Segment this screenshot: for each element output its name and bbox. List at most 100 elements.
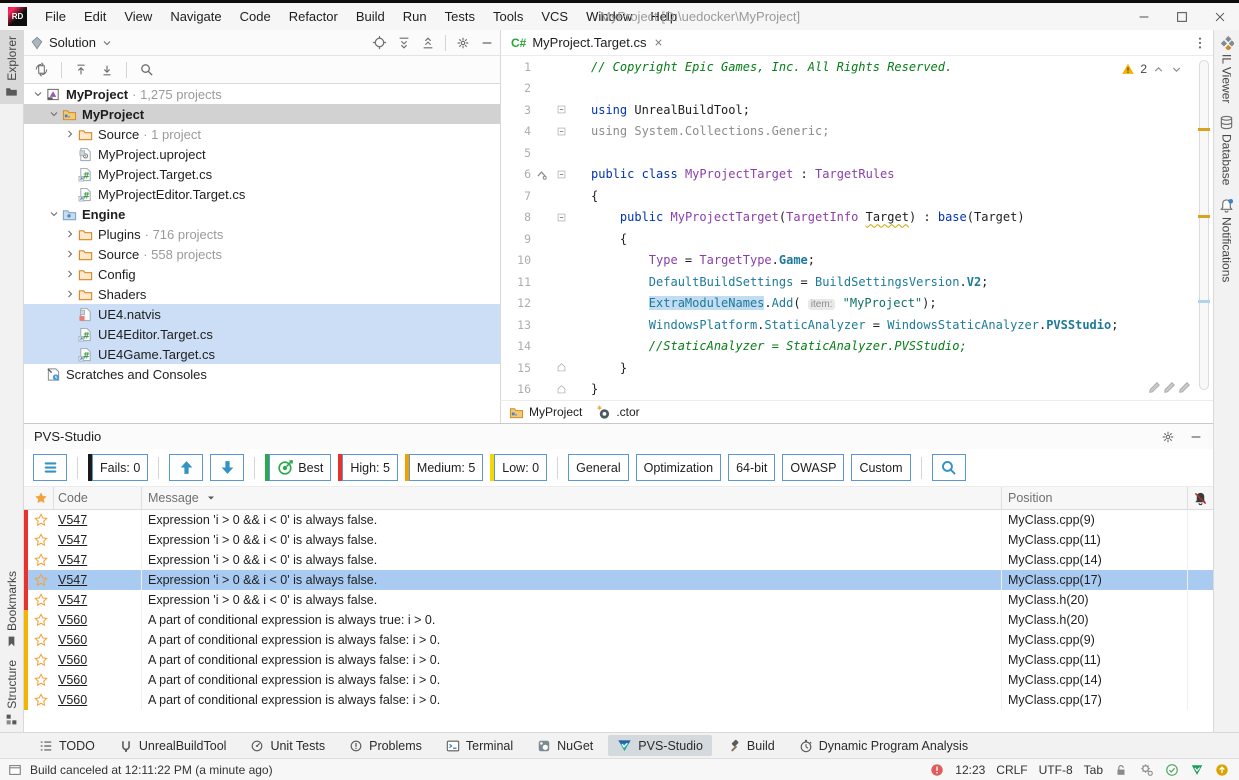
warning-row[interactable]: V547Expression 'i > 0 && i < 0' is alway… <box>24 530 1213 550</box>
star-column-icon[interactable] <box>34 491 48 505</box>
scroll-up-button[interactable] <box>74 63 88 77</box>
tree-item-myprojecteditor-target-cs[interactable]: #MyProjectEditor.Target.cs <box>24 184 500 204</box>
chevron-right-icon[interactable] <box>62 228 78 240</box>
warning-row[interactable]: V560A part of conditional expression is … <box>24 670 1213 690</box>
code-line[interactable]: 4using System.Collections.Generic; <box>501 121 1213 143</box>
error-stripe-mark[interactable] <box>1198 300 1210 303</box>
error-stripe-mark[interactable] <box>1198 215 1210 218</box>
expand-all-button[interactable] <box>397 36 411 50</box>
warning-code-link[interactable]: V547 <box>58 553 87 567</box>
fold-minus-icon[interactable] <box>551 126 571 137</box>
filter-button-general[interactable]: General <box>568 454 628 481</box>
search-button[interactable] <box>139 62 154 77</box>
warning-code-link[interactable]: V547 <box>58 513 87 527</box>
error-circle-status-button[interactable] <box>930 763 944 777</box>
menu-navigate[interactable]: Navigate <box>161 4 230 30</box>
minimize-panel-button[interactable] <box>1189 430 1203 444</box>
chevron-down-icon[interactable] <box>46 108 62 120</box>
tree-item-ue4game-target-cs[interactable]: #UE4Game.Target.cs <box>24 344 500 364</box>
tool-window-todo[interactable]: TODO <box>30 736 104 756</box>
prev-warning-icon[interactable] <box>1152 63 1165 76</box>
fold-minus-icon[interactable] <box>551 169 571 180</box>
tree-item-plugins[interactable]: Plugins· 716 projects <box>24 224 500 244</box>
code-line[interactable]: 6public class MyProjectTarget : TargetRu… <box>501 164 1213 186</box>
error-stripe-mark[interactable] <box>1198 128 1210 131</box>
status-utf-8[interactable]: UTF-8 <box>1039 763 1073 777</box>
menu-file[interactable]: File <box>36 4 75 30</box>
tool-window-problems[interactable]: Problems <box>340 736 431 756</box>
code-line[interactable]: 2 <box>501 78 1213 100</box>
tool-window-dynamic-program-analysis[interactable]: Dynamic Program Analysis <box>790 736 977 756</box>
tree-item-ue4editor-target-cs[interactable]: #UE4Editor.Target.cs <box>24 324 500 344</box>
tree-item-myproject-target-cs[interactable]: #MyProject.Target.cs <box>24 164 500 184</box>
tree-item-shaders[interactable]: Shaders <box>24 284 500 304</box>
filter-button-64-bit[interactable]: 64-bit <box>728 454 775 481</box>
warning-code-link[interactable]: V560 <box>58 613 87 627</box>
close-window-button[interactable] <box>1201 4 1239 30</box>
tree-item-source[interactable]: Source· 558 projects <box>24 244 500 264</box>
gear-button[interactable] <box>1161 430 1175 444</box>
tool-window-nuget[interactable]: NuGet <box>528 736 602 756</box>
status-crlf[interactable]: CRLF <box>996 763 1027 777</box>
tree-item-source[interactable]: Source· 1 project <box>24 124 500 144</box>
column-code[interactable]: Code <box>54 487 142 509</box>
search-blue-button[interactable] <box>932 454 966 481</box>
code-line[interactable]: 14 //StaticAnalyzer = StaticAnalyzer.PVS… <box>501 336 1213 358</box>
filter-button-low-0[interactable]: Low: 0 <box>490 454 547 481</box>
warning-row[interactable]: V560A part of conditional expression is … <box>24 610 1213 630</box>
tool-window-build[interactable]: Build <box>718 736 784 756</box>
code-line[interactable]: 15 } <box>501 357 1213 379</box>
warning-code-link[interactable]: V560 <box>58 633 87 647</box>
tool-strip-item-notifications[interactable]: Notifications <box>1214 192 1239 288</box>
menu-run[interactable]: Run <box>394 4 436 30</box>
tool-strip-item-database[interactable]: Database <box>1214 109 1239 191</box>
tool-window-unit-tests[interactable]: Unit Tests <box>241 736 334 756</box>
tree-item-scratches-and-consoles[interactable]: Scratches and Consoles <box>24 364 500 384</box>
solution-selector[interactable]: Solution <box>49 35 96 50</box>
filter-button-optimization[interactable]: Optimization <box>636 454 721 481</box>
column-message[interactable]: Message <box>142 487 1002 509</box>
tree-item-myproject-uproject[interactable]: MyProject.uproject <box>24 144 500 164</box>
star-outline-icon[interactable] <box>34 533 48 547</box>
code-line[interactable]: 11 DefaultBuildSettings = BuildSettingsV… <box>501 271 1213 293</box>
pvs-check-status-button[interactable] <box>1190 763 1204 777</box>
fold-end-icon[interactable] <box>551 384 571 395</box>
filter-button-best[interactable]: Best <box>265 454 331 481</box>
override-gutter[interactable] <box>531 168 551 181</box>
code-line[interactable]: 7{ <box>501 185 1213 207</box>
star-outline-icon[interactable] <box>34 553 48 567</box>
code-editor[interactable]: 1// Copyright Epic Games, Inc. All Right… <box>500 56 1213 400</box>
warning-code-link[interactable]: V547 <box>58 533 87 547</box>
tool-window-unrealbuildtool[interactable]: UnrealBuildTool <box>110 736 236 756</box>
tree-item-engine[interactable]: Engine <box>24 204 500 224</box>
code-line[interactable]: 9 { <box>501 228 1213 250</box>
chevron-right-icon[interactable] <box>62 128 78 140</box>
warning-code-link[interactable]: V560 <box>58 653 87 667</box>
code-line[interactable]: 12 ExtraModuleNames.Add( item: "MyProjec… <box>501 293 1213 315</box>
fold-minus-icon[interactable] <box>551 104 571 115</box>
code-line[interactable]: 13 WindowsPlatform.StaticAnalyzer = Wind… <box>501 314 1213 336</box>
inspection-widget[interactable]: 2 <box>1121 62 1183 76</box>
warning-row[interactable]: V547Expression 'i > 0 && i < 0' is alway… <box>24 510 1213 530</box>
menu-tools[interactable]: Tools <box>484 4 532 30</box>
bell-muted-icon[interactable] <box>1193 491 1208 506</box>
up-circle-status-button[interactable] <box>1215 763 1229 777</box>
window-frame-icon[interactable] <box>8 763 22 777</box>
check-circle-status-button[interactable] <box>1165 763 1179 777</box>
tree-item-ue4-natvis[interactable]: UE4.natvis <box>24 304 500 324</box>
chevron-right-icon[interactable] <box>62 268 78 280</box>
warning-row[interactable]: V560A part of conditional expression is … <box>24 650 1213 670</box>
code-line[interactable]: 8 public MyProjectTarget(TargetInfo Targ… <box>501 207 1213 229</box>
filter-button-fails-0[interactable]: Fails: 0 <box>88 454 148 481</box>
tool-window-terminal[interactable]: Terminal <box>437 736 522 756</box>
next-warning-icon[interactable] <box>1170 63 1183 76</box>
select-opened-file-button[interactable] <box>34 62 49 77</box>
minimize-window-button[interactable] <box>1125 4 1163 30</box>
warning-row[interactable]: V547Expression 'i > 0 && i < 0' is alway… <box>24 590 1213 610</box>
warning-row[interactable]: V560A part of conditional expression is … <box>24 690 1213 710</box>
arrow-down-blue-button[interactable] <box>210 454 244 481</box>
close-tab-icon[interactable] <box>653 37 664 48</box>
chevron-down-icon[interactable] <box>101 37 113 49</box>
column-position[interactable]: Position <box>1002 487 1188 509</box>
code-line[interactable]: 5 <box>501 142 1213 164</box>
